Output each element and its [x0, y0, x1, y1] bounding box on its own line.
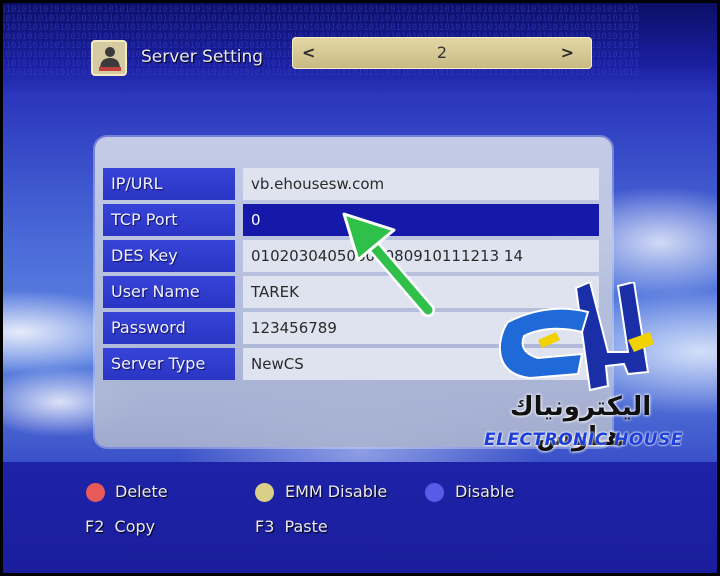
disable-action[interactable]: Disable: [455, 482, 514, 501]
chevron-right-icon[interactable]: >: [561, 43, 574, 62]
server-user-icon: [91, 40, 127, 76]
blue-key-icon: [425, 483, 444, 502]
setting-label: Password: [103, 312, 235, 344]
delete-action[interactable]: Delete: [115, 482, 168, 501]
annotation-arrow-icon: [342, 212, 435, 317]
ip-url-field[interactable]: vb.ehousesw.com: [243, 168, 599, 200]
setting-label: IP/URL: [103, 168, 235, 200]
logo-english-text: ELECTRONIC HOUSE: [484, 430, 683, 450]
paste-action[interactable]: F3 Paste: [255, 517, 328, 536]
setting-row-ip-url[interactable]: IP/URL vb.ehousesw.com: [103, 168, 599, 200]
setting-label: DES Key: [103, 240, 235, 272]
receiver-screen: 0101010101010101010101010101010101010101…: [0, 0, 720, 576]
server-index-selector[interactable]: < 2 >: [292, 37, 592, 69]
emm-disable-action[interactable]: EMM Disable: [285, 482, 387, 501]
setting-label: TCP Port: [103, 204, 235, 236]
page-title: Server Setting: [141, 47, 264, 67]
copy-action[interactable]: F2 Copy: [85, 517, 155, 536]
setting-label: Server Type: [103, 348, 235, 380]
red-key-icon: [86, 483, 105, 502]
setting-label: User Name: [103, 276, 235, 308]
server-index-value: 2: [436, 43, 448, 62]
yellow-key-icon: [255, 483, 274, 502]
